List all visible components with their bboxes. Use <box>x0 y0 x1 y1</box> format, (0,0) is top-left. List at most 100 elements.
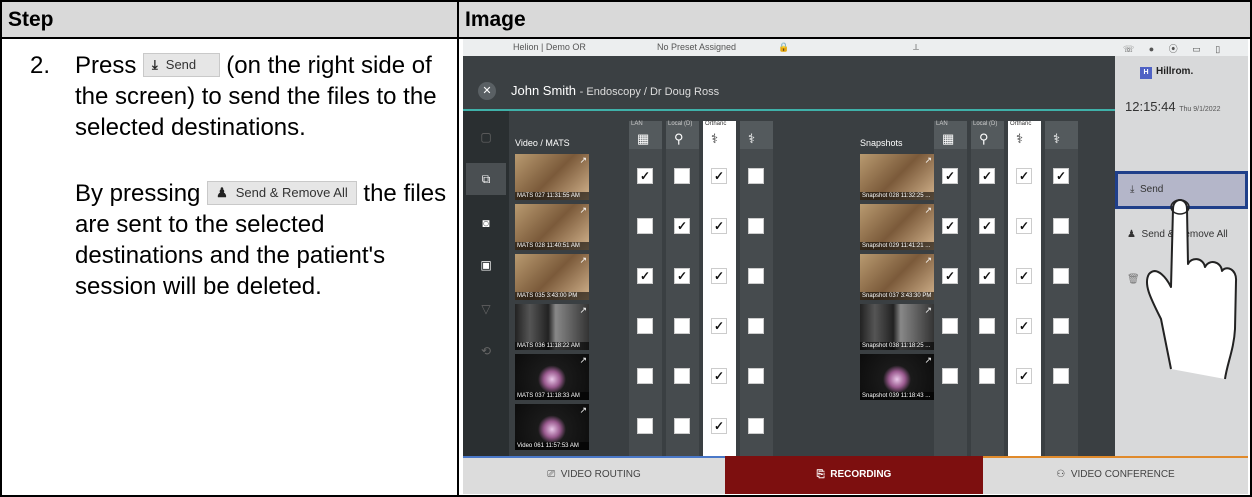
expand-icon[interactable]: ↗ <box>924 255 932 266</box>
snapshot-dest-checkbox[interactable]: ✓ <box>1016 218 1032 234</box>
snapshot-dest-checkbox[interactable]: ✓ <box>1053 168 1069 184</box>
network-icon[interactable]: ⟂ <box>913 42 919 53</box>
snapshot-dest-checkbox[interactable] <box>942 368 958 384</box>
snapshot-thumbnail[interactable]: ↗ Snapshot 038 11:18:25 ... <box>860 304 934 350</box>
video-dest-checkbox[interactable]: ✓ <box>674 218 690 234</box>
snapshot-dest-checkbox[interactable]: ✓ <box>1016 268 1032 284</box>
video-dest-header-3[interactable]: ⚕ <box>740 121 773 149</box>
section-video: Video / MATS <box>515 138 570 148</box>
snapshot-dest-checkbox[interactable]: ✓ <box>979 168 995 184</box>
clock: 12:15:44 Thu 9/1/2022 <box>1125 99 1221 114</box>
video-dest-checkbox[interactable] <box>674 168 690 184</box>
expand-icon[interactable]: ↗ <box>579 205 587 216</box>
snapshot-dest-header-3[interactable]: ⚕ <box>1045 121 1078 149</box>
expand-icon[interactable]: ↗ <box>579 305 587 316</box>
snapshot-dest-checkbox[interactable]: ✓ <box>1016 318 1032 334</box>
clipboard-icon[interactable]: ▢ <box>466 121 506 153</box>
video-dest-checkbox[interactable] <box>674 368 690 384</box>
snapshot-thumbnail[interactable]: ↗ Snapshot 039 11:18:43 ... <box>860 354 934 400</box>
snapshot-dest-header-0[interactable]: LAN ▦ <box>934 121 967 149</box>
step-number: 2. <box>30 52 51 79</box>
snapshot-dest-checkbox[interactable] <box>979 368 995 384</box>
snapshot-dest-checkbox[interactable] <box>942 318 958 334</box>
tab-video-conference[interactable]: ⚇ VIDEO CONFERENCE <box>983 456 1248 494</box>
snapshot-dest-checkbox[interactable] <box>1053 318 1069 334</box>
camera-icon[interactable]: ◙ <box>466 207 506 239</box>
video-dest-checkbox[interactable] <box>748 218 764 234</box>
video-dest-checkbox[interactable]: ✓ <box>711 418 727 434</box>
snapshot-dest-checkbox[interactable]: ✓ <box>979 268 995 284</box>
snapshot-thumbnail[interactable]: ↗ Snapshot 028 11:32:25 ... <box>860 154 934 200</box>
video-dest-checkbox[interactable]: ✓ <box>637 168 653 184</box>
filter-icon[interactable]: ▽ <box>466 293 506 325</box>
section-snapshots: Snapshots <box>860 138 903 148</box>
snapshot-dest-checkbox[interactable]: ✓ <box>942 268 958 284</box>
video-dest-checkbox[interactable]: ✓ <box>711 218 727 234</box>
snapshot-dest-checkbox[interactable]: ✓ <box>1016 368 1032 384</box>
patient-procedure: - Endoscopy / Dr Doug Ross <box>579 86 720 98</box>
video-dest-checkbox[interactable] <box>637 368 653 384</box>
video-dest-checkbox[interactable] <box>748 318 764 334</box>
video-thumbnail[interactable]: ↗ MATS 028 11:40:51 AM <box>515 204 589 250</box>
snapshot-dest-checkbox[interactable]: ✓ <box>1016 168 1032 184</box>
expand-icon[interactable]: ↗ <box>924 155 932 166</box>
video-thumbnail[interactable]: ↗ MATS 036 11:18:22 AM <box>515 304 589 350</box>
snapshot-dest-checkbox[interactable] <box>1053 268 1069 284</box>
expand-icon[interactable]: ↗ <box>924 205 932 216</box>
media-icon[interactable]: ⧉ <box>466 163 506 195</box>
expand-icon[interactable]: ↗ <box>579 405 587 416</box>
expand-icon[interactable]: ↗ <box>579 355 587 366</box>
snapshot-thumbnail[interactable]: ↗ Snapshot 037 3:43:30 PM <box>860 254 934 300</box>
video-dest-checkbox[interactable] <box>748 168 764 184</box>
dest-label: Orthanc <box>705 121 727 127</box>
video-dest-checkbox[interactable]: ✓ <box>711 368 727 384</box>
tab-recording-label: RECORDING <box>830 469 892 480</box>
video-dest-checkbox[interactable]: ✓ <box>674 268 690 284</box>
share-icon[interactable]: ⟲ <box>466 335 506 367</box>
snapshot-dest-header-1[interactable]: Local (D) ⚲ <box>971 121 1004 149</box>
video-dest-checkbox[interactable] <box>748 368 764 384</box>
close-button[interactable]: ✕ <box>478 82 496 100</box>
lock-icon[interactable]: 🔒 <box>778 42 789 53</box>
video-dest-checkbox[interactable]: ✓ <box>711 318 727 334</box>
video-dest-checkbox[interactable] <box>637 318 653 334</box>
snapshot-dest-checkbox[interactable] <box>1053 218 1069 234</box>
video-dest-checkbox[interactable] <box>748 418 764 434</box>
video-dest-header-0[interactable]: LAN ▦ <box>629 121 662 149</box>
tab-video-routing[interactable]: ⎚ VIDEO ROUTING <box>463 456 725 494</box>
snapshot-dest-column-1 <box>971 149 1004 456</box>
video-dest-checkbox[interactable]: ✓ <box>711 268 727 284</box>
snapshot-dest-column-2 <box>1008 149 1041 456</box>
snapshot-dest-checkbox[interactable]: ✓ <box>979 218 995 234</box>
clock-time: 12:15:44 <box>1125 99 1176 114</box>
expand-icon[interactable]: ↗ <box>924 355 932 366</box>
snapshot-dest-checkbox[interactable] <box>1053 368 1069 384</box>
video-thumbnail[interactable]: ↗ MATS 027 11:31:55 AM <box>515 154 589 200</box>
video-dest-checkbox[interactable] <box>748 268 764 284</box>
tab-recording[interactable]: ⎘ RECORDING <box>725 456 983 494</box>
snapshot-dest-checkbox[interactable] <box>979 318 995 334</box>
snapshot-dest-checkbox[interactable]: ✓ <box>942 168 958 184</box>
snapshot-dest-header-2[interactable]: Orthanc ⚕ <box>1008 121 1041 149</box>
video-thumbnail[interactable]: ↗ MATS 035 3:43:00 PM <box>515 254 589 300</box>
snapshot-thumbnail[interactable]: ↗ Snapshot 029 11:41:21 ... <box>860 204 934 250</box>
expand-icon[interactable]: ↗ <box>924 305 932 316</box>
video-dest-checkbox[interactable] <box>674 318 690 334</box>
video-dest-checkbox[interactable]: ✓ <box>711 168 727 184</box>
video-dest-checkbox[interactable] <box>674 418 690 434</box>
video-dest-column-0 <box>629 149 662 456</box>
expand-icon[interactable]: ↗ <box>579 155 587 166</box>
thumbnail-caption: MATS 027 11:31:55 AM <box>515 192 589 200</box>
video-dest-header-2[interactable]: Orthanc ⚕ <box>703 121 736 149</box>
video-dest-checkbox[interactable] <box>637 418 653 434</box>
snapshot-dest-checkbox[interactable]: ✓ <box>942 218 958 234</box>
video-thumbnail[interactable]: ↗ MATS 037 11:18:33 AM <box>515 354 589 400</box>
expand-icon[interactable]: ↗ <box>579 255 587 266</box>
status-icons: ☏ ● ⦿ ▭ ▯ <box>1123 44 1227 54</box>
video-dest-header-1[interactable]: Local (D) ⚲ <box>666 121 699 149</box>
room-name: Helion | Demo OR <box>513 42 586 52</box>
video-dest-checkbox[interactable]: ✓ <box>637 268 653 284</box>
video-thumbnail[interactable]: ↗ Video 061 11:57:53 AM <box>515 404 589 450</box>
video-dest-checkbox[interactable] <box>637 218 653 234</box>
video-icon[interactable]: ▣ <box>466 249 506 281</box>
